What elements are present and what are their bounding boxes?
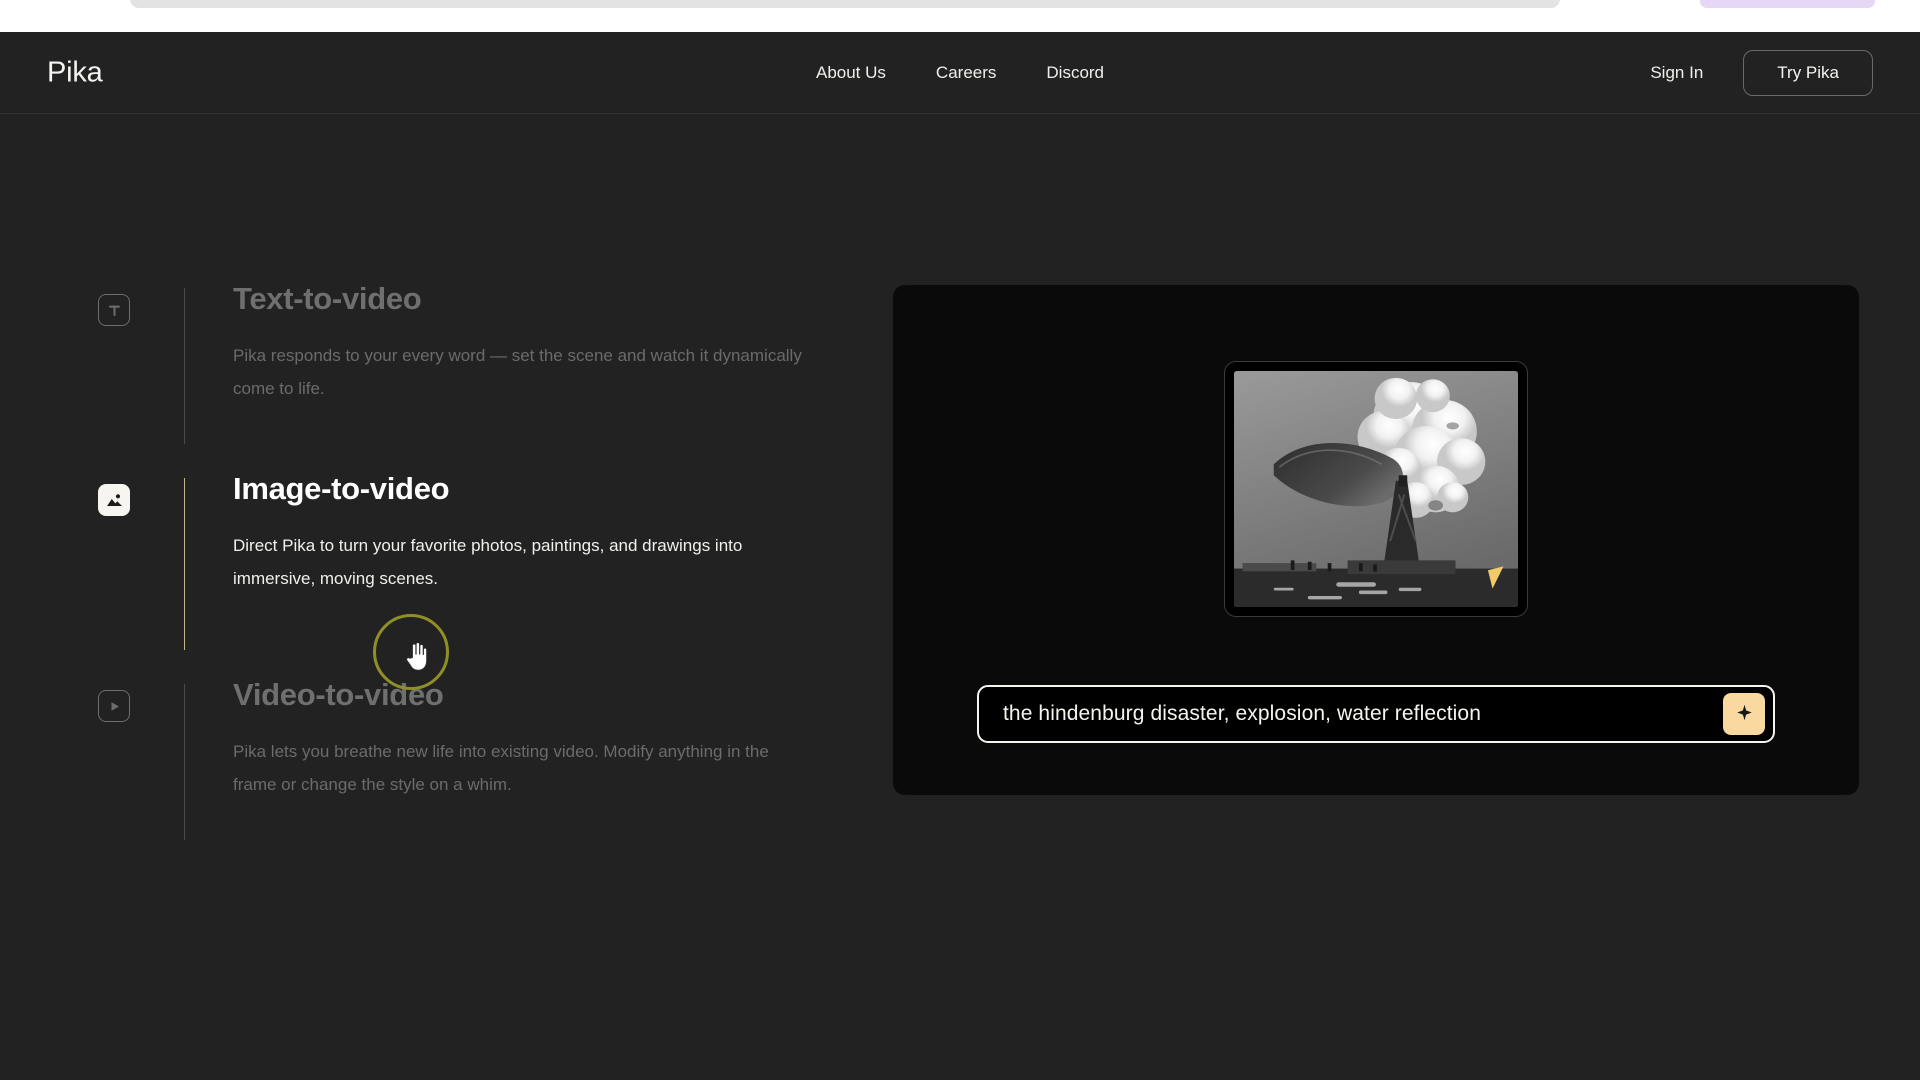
feature-title: Video-to-video	[233, 677, 444, 712]
browser-extension-chip[interactable]	[1700, 0, 1875, 8]
feature-copy: Image-to-video Direct Pika to turn your …	[233, 471, 858, 595]
brand-logo[interactable]: Pika	[47, 56, 103, 89]
text-badge-icon	[98, 294, 130, 326]
feature-description: Direct Pika to turn your favorite photos…	[233, 536, 743, 588]
demo-thumbnail-frame	[1224, 361, 1528, 617]
feature-copy: Text-to-video Pika responds to your ever…	[233, 281, 858, 405]
feature-description: Pika responds to your every word — set t…	[233, 346, 802, 398]
feature-title: Text-to-video	[233, 281, 422, 316]
nav-link-careers[interactable]: Careers	[936, 63, 996, 83]
nav-link-discord[interactable]: Discord	[1046, 63, 1104, 83]
image-to-video-icon	[98, 484, 164, 518]
prompt-input[interactable]: the hindenburg disaster, explosion, wate…	[1003, 702, 1723, 726]
feature-rule	[184, 684, 185, 840]
feature-rule	[184, 288, 185, 444]
feature-item-text-to-video[interactable]: Text-to-video Pika responds to your ever…	[98, 281, 858, 472]
browser-address-bar[interactable]	[130, 0, 1560, 8]
prompt-input-bar[interactable]: the hindenburg disaster, explosion, wate…	[977, 685, 1775, 743]
demo-preview-panel: the hindenburg disaster, explosion, wate…	[893, 285, 1859, 795]
pika-landing-page: Pika About Us Careers Discord Sign In Tr…	[0, 32, 1920, 1080]
feature-rule-active	[184, 478, 185, 650]
feature-copy: Video-to-video Pika lets you breathe new…	[233, 677, 858, 801]
text-to-video-icon	[98, 294, 164, 328]
generate-button[interactable]	[1723, 693, 1765, 735]
demo-thumbnail-image	[1234, 371, 1518, 607]
sparkle-icon	[1736, 704, 1753, 724]
sign-in-link[interactable]: Sign In	[1650, 63, 1703, 83]
feature-title: Image-to-video	[233, 471, 450, 506]
picture-badge-icon	[98, 484, 130, 516]
feature-item-image-to-video[interactable]: Image-to-video Direct Pika to turn your …	[98, 471, 858, 678]
browser-chrome-strip	[0, 0, 1920, 32]
primary-nav: About Us Careers Discord	[816, 63, 1104, 83]
feature-item-video-to-video[interactable]: Video-to-video Pika lets you breathe new…	[98, 677, 858, 868]
feature-description: Pika lets you breathe new life into exis…	[233, 742, 769, 794]
try-pika-button[interactable]: Try Pika	[1743, 49, 1873, 96]
video-to-video-icon	[98, 690, 164, 724]
site-header: Pika About Us Careers Discord Sign In Tr…	[0, 32, 1920, 114]
nav-link-about-us[interactable]: About Us	[816, 63, 886, 83]
header-actions: Sign In Try Pika	[1650, 49, 1873, 96]
play-outline-badge-icon	[98, 690, 130, 722]
feature-list: Text-to-video Pika responds to your ever…	[98, 281, 858, 868]
main-content: Text-to-video Pika responds to your ever…	[0, 114, 1920, 1080]
